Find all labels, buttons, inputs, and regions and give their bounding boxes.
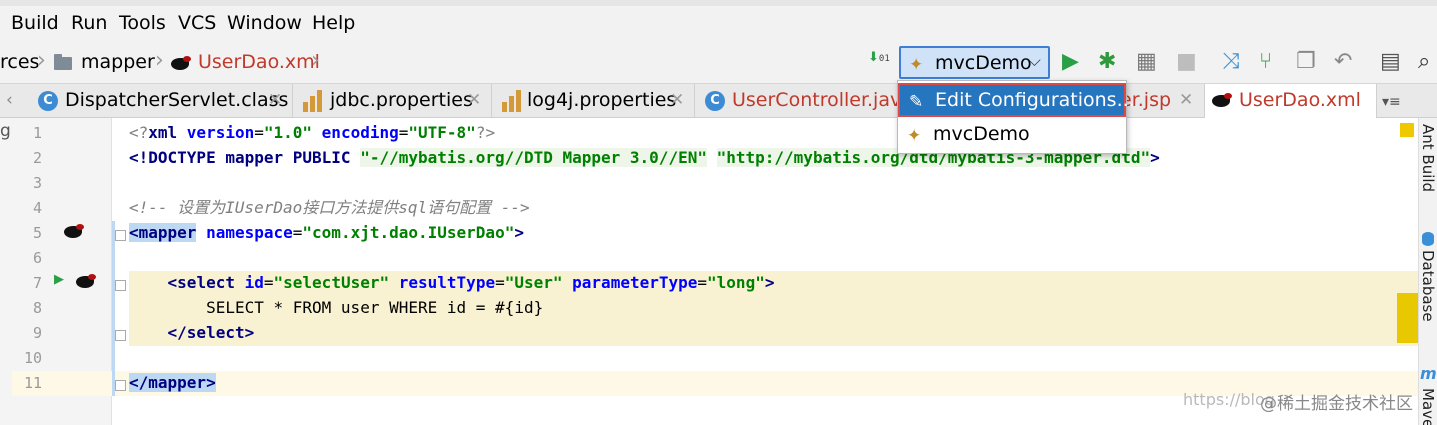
stop-icon[interactable]: ■ <box>1176 50 1197 74</box>
line-number: 7 <box>32 274 42 292</box>
properties-icon <box>303 90 323 112</box>
fold-marker[interactable] <box>115 330 126 341</box>
tab-label: UserController.java <box>732 89 913 111</box>
menu-tools[interactable]: Tools <box>119 12 166 34</box>
close-icon[interactable]: ✕ <box>268 90 282 110</box>
line-number: 9 <box>32 324 42 342</box>
dropdown-label: mvcDemo <box>933 123 1030 145</box>
watermark: https://blog @稀土掘金技术社区 <box>1183 390 1413 414</box>
menu-run[interactable]: Run <box>71 12 107 34</box>
maven-panel[interactable]: Maven <box>1419 388 1437 425</box>
project-structure-icon[interactable]: ▤ <box>1380 50 1401 74</box>
line-number: 6 <box>32 249 42 267</box>
fold-marker[interactable] <box>115 280 126 291</box>
menu-help[interactable]: Help <box>312 12 355 34</box>
code-comment: <!-- 设置为IUserDao接口方法提供sql语句配置 --> <box>129 198 530 217</box>
mybatis-statement-icon[interactable] <box>75 272 97 290</box>
compare-icon[interactable]: ❐ <box>1296 50 1316 74</box>
breadcrumb-separator: › <box>311 48 320 73</box>
run-gutter-icon[interactable]: ▶ <box>54 272 64 287</box>
menu-vcs[interactable]: VCS <box>178 12 216 34</box>
code-line: </mapper> <box>129 373 216 392</box>
tab-label: log4j.properties <box>527 89 677 111</box>
vcs-update-icon[interactable]: ⤨ <box>1222 50 1240 74</box>
mybatis-icon <box>170 54 192 72</box>
line-number: 1 <box>32 124 42 142</box>
code-line: <mapper namespace="com.xjt.dao.IUserDao"… <box>129 223 524 242</box>
run-configuration-selector[interactable]: ✦ mvcDemo ⌵ <box>899 46 1050 79</box>
tab-list-icon[interactable]: ▾≡ <box>1382 90 1401 114</box>
close-icon[interactable]: ✕ <box>467 90 481 110</box>
breadcrumb-sources[interactable]: rces <box>0 51 39 73</box>
mvcdemo-config-item[interactable]: ✦ mvcDemo <box>898 119 1126 153</box>
error-stripe-mark[interactable] <box>1397 293 1418 343</box>
line-number: 10 <box>23 349 42 367</box>
tab-userdao-xml[interactable]: UserDao.xml <box>1205 84 1377 118</box>
vcs-commit-icon[interactable]: ⑂ <box>1259 50 1272 74</box>
line-number: 11 <box>23 374 42 392</box>
line-number: 2 <box>32 149 42 167</box>
tab-dispatcherservlet[interactable]: C DispatcherServlet.class ✕ <box>28 84 293 117</box>
inspection-status-icon[interactable] <box>1400 123 1414 137</box>
class-icon: C <box>38 91 58 111</box>
folder-icon <box>54 54 72 70</box>
menu-bar: Build Run Tools VCS Window Help <box>0 0 1437 44</box>
close-icon[interactable]: ✕ <box>670 90 684 110</box>
title-strip <box>0 0 1437 6</box>
breadcrumb-separator: › <box>37 48 46 73</box>
code-sql: SELECT * FROM user WHERE id = #{id} <box>129 298 544 317</box>
tab-label: UserDao.xml <box>1239 89 1361 111</box>
tomcat-icon: ✦ <box>909 55 924 75</box>
run-config-label: mvcDemo <box>935 52 1032 74</box>
coverage-icon[interactable]: ▦ <box>1136 50 1157 74</box>
line-number: 5 <box>32 224 42 242</box>
menu-window[interactable]: Window <box>227 12 302 34</box>
class-icon: C <box>705 91 725 111</box>
tab-label: DispatcherServlet.class <box>65 89 289 111</box>
database-panel[interactable]: Database <box>1419 250 1437 322</box>
editor-tab-bar: ‹ C DispatcherServlet.class ✕ jdbc.prope… <box>0 84 1437 118</box>
highlight-row <box>129 321 1418 346</box>
breadcrumb-mapper[interactable]: mapper <box>81 51 155 73</box>
search-icon[interactable]: ⌕ <box>1418 50 1430 74</box>
ant-build-panel[interactable]: Ant Build <box>1419 124 1437 192</box>
watermark-brand: @稀土掘金技术社区 <box>1260 394 1413 414</box>
database-icon <box>1422 232 1434 246</box>
line-number: 3 <box>32 174 42 192</box>
mybatis-mapper-icon[interactable] <box>63 222 85 240</box>
tab-label: jdbc.properties <box>330 89 473 111</box>
close-icon[interactable]: ✕ <box>1179 90 1193 110</box>
breadcrumb-userdao[interactable]: UserDao.xml <box>198 51 320 73</box>
code-line: <?xml version="1.0" encoding="UTF-8"?> <box>129 123 496 142</box>
revert-icon[interactable]: ↶ <box>1334 50 1352 74</box>
mybatis-icon <box>1211 91 1233 109</box>
debug-icon[interactable]: ✱ <box>1098 50 1116 74</box>
dropdown-label: Edit Configurations... <box>935 89 1135 111</box>
properties-icon <box>502 90 522 112</box>
code-line: </select> <box>129 323 255 342</box>
maven-icon: m <box>1420 364 1437 383</box>
fold-marker[interactable] <box>115 230 126 241</box>
tab-usercontroller[interactable]: C UserController.java <box>695 84 913 117</box>
breadcrumb-separator: › <box>155 48 164 73</box>
fold-marker[interactable] <box>115 380 126 391</box>
code-line: <select id="selectUser" resultType="User… <box>129 273 775 292</box>
chevron-down-icon: ⌵ <box>1028 51 1041 71</box>
tomcat-icon: ✦ <box>907 126 922 146</box>
line-number: 4 <box>32 199 42 217</box>
line-number: 8 <box>32 299 42 317</box>
code-editor[interactable]: g 1 2 3 4 5 6 7 8 9 10 11 ▶ <?xml versio… <box>0 118 1437 425</box>
edit-config-icon: ✎ <box>909 92 924 112</box>
tab-jdbc-properties[interactable]: jdbc.properties ✕ <box>293 84 492 117</box>
tab-log4j-properties[interactable]: log4j.properties ✕ <box>492 84 695 117</box>
run-icon[interactable]: ▶ <box>1062 50 1079 74</box>
scroll-tabs-left-icon[interactable]: ‹ <box>6 88 13 112</box>
build-icon[interactable]: ⬇01 <box>868 51 892 66</box>
right-tool-stripe: Ant Build Database m Maven <box>1418 118 1437 425</box>
scope-indicator <box>112 221 115 396</box>
menu-build[interactable]: Build <box>11 12 59 34</box>
edit-configurations-item[interactable]: ✎ Edit Configurations... <box>898 83 1135 117</box>
navigation-bar: rces › mapper › UserDao.xml › ⬇01 ✦ mvcD… <box>0 44 1437 84</box>
run-config-dropdown: ✎ Edit Configurations... ✦ mvcDemo <box>897 80 1135 154</box>
